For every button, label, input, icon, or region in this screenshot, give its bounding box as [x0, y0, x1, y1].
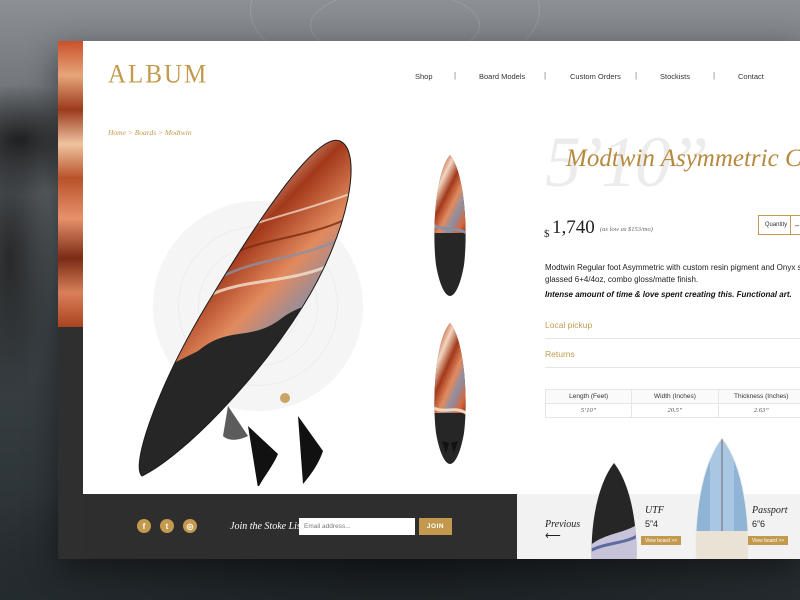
accordion-local-pickup[interactable]: Local pickup [545, 311, 800, 339]
spec-value: 20.5” [631, 403, 719, 418]
arrow-left-icon[interactable]: ⟵ [545, 529, 561, 542]
thumbnail-board-bottom[interactable] [430, 321, 470, 466]
instagram-icon[interactable]: ◎ [183, 519, 197, 533]
join-button[interactable]: JOIN [419, 518, 452, 535]
logo[interactable]: ALBUM [108, 60, 208, 89]
spec-header: Length (Feet) [544, 389, 633, 404]
fin-plug-icon [280, 393, 290, 403]
spec-value: 5’10” [544, 403, 633, 418]
description-line: glassed 6+4/4oz, combo gloss/matte finis… [545, 274, 699, 284]
related-board-size: 6”6 [752, 519, 766, 529]
spec-header: Thickness (Inches) [717, 389, 800, 404]
twitter-icon[interactable]: t [160, 519, 174, 533]
spec-table: Length (Feet) Width (Inches) Thickness (… [544, 389, 800, 418]
nav-item-contact[interactable]: Contact [738, 72, 764, 81]
related-board-name: UTF [645, 505, 664, 516]
nav-separator: | [635, 71, 638, 80]
board-resin-edge [58, 41, 83, 327]
quantity-decrement-button[interactable]: – [790, 215, 800, 235]
facebook-icon[interactable]: f [137, 519, 151, 533]
related-board-size: 5”4 [645, 519, 659, 529]
nav-item-board-models[interactable]: Board Models [479, 72, 525, 81]
newsletter-label: Join the Stoke List [230, 521, 304, 532]
thumbnail-board-deck[interactable] [430, 153, 470, 298]
nav-item-stockists[interactable]: Stockists [660, 72, 690, 81]
spec-header-row: Length (Feet) Width (Inches) Thickness (… [544, 389, 800, 404]
related-board-name: Passport [752, 505, 788, 516]
nav-separator: | [713, 71, 716, 80]
spec-header: Width (Inches) [631, 389, 719, 404]
related-board-utf-image[interactable] [586, 461, 642, 559]
footer-edge [58, 327, 83, 559]
view-board-utf-button[interactable]: View board >> [641, 536, 682, 545]
product-price: 1,740 [552, 217, 595, 238]
main-board-image[interactable] [128, 136, 368, 486]
spec-value: 2.63” [717, 403, 800, 418]
email-input[interactable] [299, 518, 415, 535]
quantity-label: Quantity [764, 222, 788, 228]
page-window: ALBUM Shop | Board Models | Custom Order… [58, 41, 800, 559]
product-title: Modtwin Asymmetric C [566, 145, 800, 172]
price-currency: $ [544, 228, 550, 240]
description-line: Modtwin Regular foot Asymmetric with cus… [545, 263, 800, 272]
nav-item-shop[interactable]: Shop [415, 72, 433, 81]
accordion-returns[interactable]: Returns [545, 340, 800, 368]
view-board-passport-button[interactable]: View board >> [748, 536, 789, 545]
description-emphasis: Intense amount of time & love spent crea… [545, 290, 792, 299]
related-board-passport-image[interactable] [692, 436, 752, 559]
nav-separator: | [454, 71, 457, 80]
nav-item-custom-orders[interactable]: Custom Orders [570, 72, 621, 81]
product-description: Modtwin Regular foot Asymmetric with cus… [545, 262, 800, 285]
spec-value-row: 5’10” 20.5” 2.63” [544, 403, 800, 418]
financing-note: (as low as $153/mo) [600, 226, 653, 233]
nav-separator: | [544, 71, 547, 80]
